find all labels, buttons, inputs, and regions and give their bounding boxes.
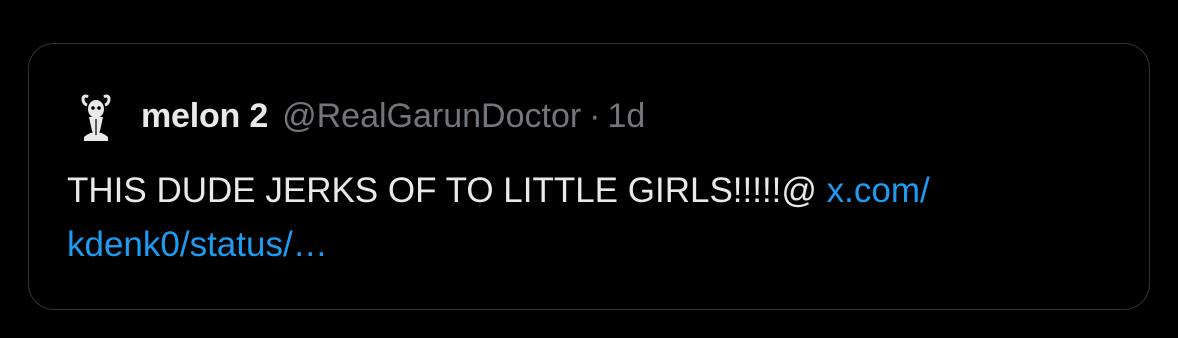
display-name[interactable]: melon 2 (141, 97, 268, 136)
goat-skull-avatar-icon[interactable] (75, 90, 117, 142)
tweet-body: THIS DUDE JERKS OF TO LITTLE GIRLS!!!!!@ (67, 171, 827, 210)
tweet-header: melon 2 @RealGarunDoctor · 1d (75, 90, 645, 142)
separator-dot: · (589, 96, 601, 135)
timestamp[interactable]: 1d (608, 97, 646, 136)
tweet-link-line2[interactable]: kdenk0/status/… (67, 225, 328, 264)
tweet-text: THIS DUDE JERKS OF TO LITTLE GIRLS!!!!!@… (67, 164, 1127, 272)
quoted-tweet-card[interactable]: melon 2 @RealGarunDoctor · 1d THIS DUDE … (28, 43, 1150, 310)
tweet-link-line1[interactable]: x.com/ (827, 171, 930, 210)
user-handle[interactable]: @RealGarunDoctor (282, 97, 581, 136)
